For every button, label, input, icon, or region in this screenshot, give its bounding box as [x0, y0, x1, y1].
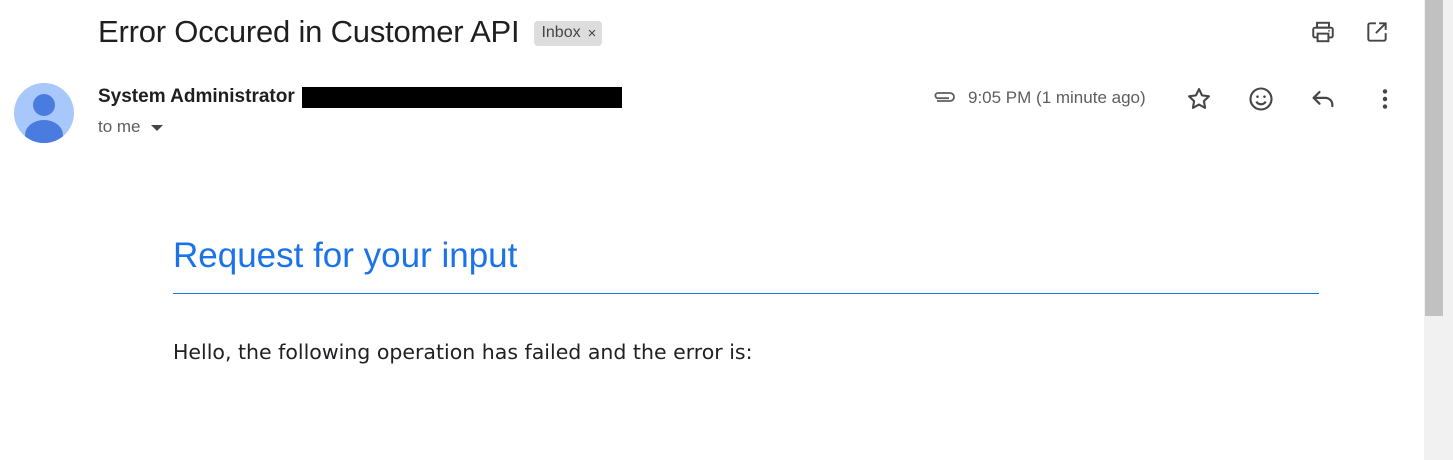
- avatar-head: [33, 94, 55, 116]
- emoji-reaction-icon[interactable]: [1246, 84, 1276, 114]
- more-vert-icon[interactable]: [1370, 84, 1400, 114]
- paperclip-icon: [930, 84, 958, 112]
- recipients-toggle[interactable]: to me: [98, 117, 163, 137]
- body-heading: Request for your input: [173, 232, 1319, 294]
- inbox-label-chip[interactable]: Inbox ×: [534, 20, 603, 46]
- body-paragraph: Hello, the following operation has faile…: [173, 340, 753, 364]
- message-meta: 9:05 PM (1 minute ago): [930, 84, 1146, 112]
- remove-label-icon[interactable]: ×: [588, 25, 597, 42]
- sender-line: System Administrator: [98, 85, 622, 108]
- label-chip-text: Inbox: [541, 24, 581, 41]
- print-icon[interactable]: [1309, 16, 1337, 48]
- email-subject: Error Occured in Customer API: [98, 14, 520, 49]
- recipients-label: to me: [98, 117, 141, 136]
- email-view: Error Occured in Customer API Inbox × Sy…: [0, 0, 1453, 460]
- sender-name[interactable]: System Administrator: [98, 86, 295, 108]
- message-actions: [1184, 84, 1400, 114]
- avatar-shoulders: [25, 120, 63, 143]
- message-timestamp: 9:05 PM (1 minute ago): [968, 88, 1146, 107]
- vertical-scrollbar[interactable]: [1424, 0, 1453, 460]
- scrollbar-thumb[interactable]: [1425, 0, 1443, 316]
- top-actions: [1309, 16, 1391, 48]
- reply-icon[interactable]: [1308, 84, 1338, 114]
- star-icon[interactable]: [1184, 84, 1214, 114]
- subject-row: Error Occured in Customer API Inbox ×: [98, 12, 603, 52]
- sender-avatar[interactable]: [14, 83, 74, 143]
- open-in-new-window-icon[interactable]: [1363, 16, 1391, 48]
- redacted-email-address: [301, 87, 622, 108]
- chevron-down-icon: [150, 125, 163, 131]
- message-body: Request for your input Hello, the follow…: [173, 232, 1319, 364]
